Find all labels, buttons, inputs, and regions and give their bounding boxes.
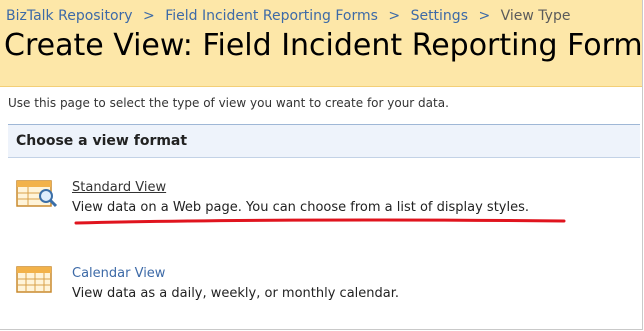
breadcrumb-separator: > xyxy=(478,8,491,24)
standard-view-description: View data on a Web page. You can choose … xyxy=(72,200,529,215)
section-title: Choose a view format xyxy=(16,133,188,149)
page-title: Create View: Field Incident Reporting Fo… xyxy=(4,28,643,63)
standard-view-link[interactable]: Standard View xyxy=(72,180,166,195)
section-header: Choose a view format xyxy=(8,124,640,158)
breadcrumb-link-settings[interactable]: Settings xyxy=(411,8,468,24)
annotation-underline xyxy=(74,218,566,225)
breadcrumb-current: View Type xyxy=(500,8,571,24)
page-frame: BizTalk Repository > Field Incident Repo… xyxy=(0,0,643,330)
breadcrumb-separator: > xyxy=(143,8,155,24)
calendar-view-option[interactable]: Calendar View View data as a daily, week… xyxy=(16,266,616,310)
breadcrumb-link-repository[interactable]: BizTalk Repository xyxy=(6,8,133,24)
page-intro: Use this page to select the type of view… xyxy=(8,96,449,110)
calendar-view-icon[interactable] xyxy=(16,266,64,294)
breadcrumb-link-forms[interactable]: Field Incident Reporting Forms xyxy=(165,8,378,24)
breadcrumb-separator: > xyxy=(388,8,401,24)
page-header: BizTalk Repository > Field Incident Repo… xyxy=(0,0,642,87)
standard-view-icon[interactable] xyxy=(16,180,64,208)
calendar-view-link[interactable]: Calendar View xyxy=(72,266,165,281)
calendar-view-description: View data as a daily, weekly, or monthly… xyxy=(72,286,400,301)
breadcrumb: BizTalk Repository > Field Incident Repo… xyxy=(6,8,570,24)
